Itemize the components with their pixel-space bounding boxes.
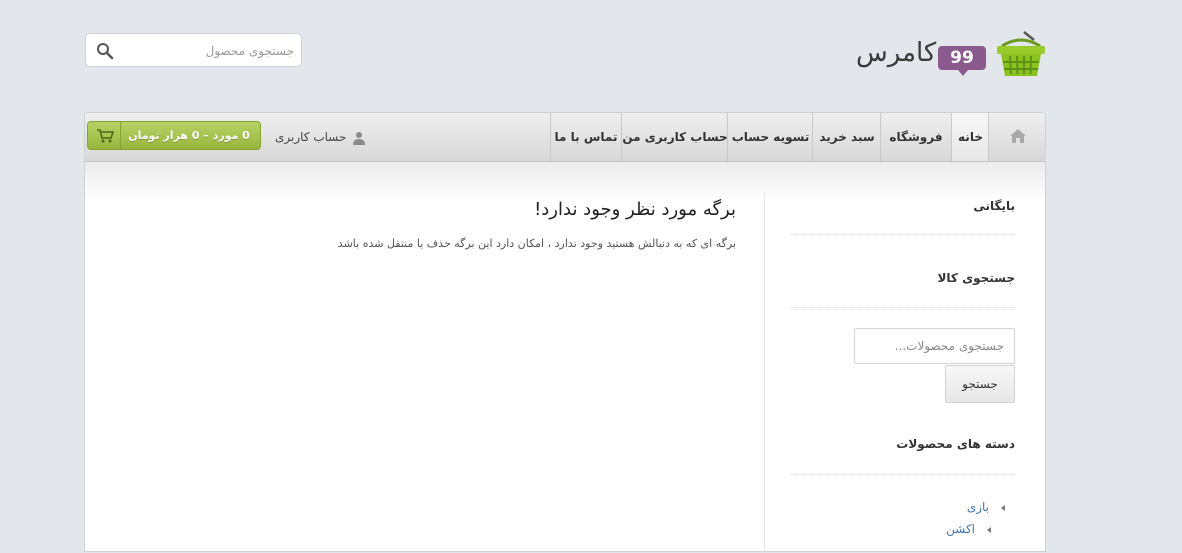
main-nav: 0 مورد – 0 هزار تومان حساب کاربری تماس ب… — [85, 113, 1045, 162]
nav-home[interactable]: خانه — [951, 113, 989, 161]
nav-shop[interactable]: فروشگاه — [880, 113, 951, 161]
nav-checkout[interactable]: تسویه حساب — [727, 113, 813, 161]
caret-left-icon — [1001, 504, 1005, 511]
header-search-box — [85, 33, 302, 68]
column-divider — [764, 193, 765, 553]
widget-divider — [791, 307, 1015, 308]
widget-title-categories: دسته های محصولات — [896, 437, 1015, 451]
category-item[interactable]: اکشن — [946, 522, 991, 536]
cart-divider — [120, 122, 121, 149]
basket-icon — [997, 31, 1045, 76]
widget-divider — [791, 474, 1015, 475]
main-frame: 0 مورد – 0 هزار تومان حساب کاربری تماس ب… — [84, 112, 1046, 553]
product-search-button[interactable]: جستجو — [945, 365, 1015, 403]
home-icon — [1010, 129, 1026, 143]
nav-my-account[interactable]: حساب کاربری من — [621, 113, 728, 161]
cart-icon — [97, 129, 114, 143]
logo-badge: 99 — [938, 46, 986, 76]
category-item[interactable]: بازی — [967, 500, 1005, 514]
widget-title-product-search: جستجوی کالا — [937, 271, 1015, 285]
category-label: اکشن — [946, 522, 975, 536]
site-logo[interactable]: کامرس 99 — [856, 30, 1048, 80]
search-icon[interactable] — [96, 42, 114, 60]
cart-button[interactable]: 0 مورد – 0 هزار تومان — [87, 121, 261, 150]
home-button[interactable] — [988, 113, 1046, 161]
page-title: برگه مورد نظر وجود ندارد! — [534, 199, 736, 220]
product-search-input[interactable] — [854, 328, 1015, 364]
logo-text: کامرس — [856, 38, 937, 68]
category-label: بازی — [966, 500, 989, 514]
header-search-input[interactable] — [120, 34, 296, 68]
account-label: حساب کاربری — [275, 130, 347, 144]
content-shade — [85, 162, 1045, 202]
page-message: برگه ای که به دنبالش هستید وجود ندارد ، … — [337, 237, 736, 250]
nav-cart[interactable]: سبد خرید — [812, 113, 881, 161]
user-icon — [353, 131, 366, 145]
widget-divider — [791, 234, 1015, 235]
widget-title-archives: بایگانی — [973, 199, 1015, 213]
nav-contact[interactable]: تماس با ما — [550, 113, 621, 161]
cart-summary: 0 مورد – 0 هزار تومان — [128, 129, 250, 142]
account-link[interactable]: حساب کاربری — [275, 113, 366, 161]
caret-left-icon — [987, 526, 991, 533]
